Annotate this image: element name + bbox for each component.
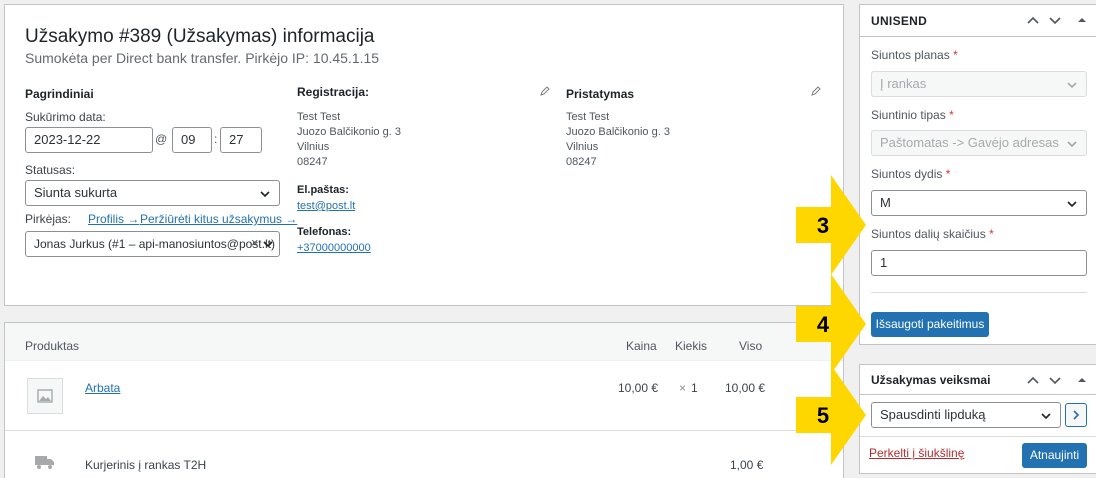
move-down-icon[interactable] bbox=[1048, 13, 1062, 27]
shipment-plan-value: Į rankas bbox=[880, 76, 927, 91]
unisend-divider bbox=[871, 292, 1087, 293]
move-down-icon[interactable] bbox=[1048, 373, 1062, 387]
order-action-select[interactable]: Spausdinti lipduką bbox=[871, 402, 1061, 428]
clear-customer-icon[interactable]: × bbox=[251, 235, 259, 250]
item-price: 10,00 € bbox=[618, 381, 659, 395]
callout-arrow-3: 3 bbox=[796, 175, 866, 275]
chevron-down-icon bbox=[1067, 201, 1077, 208]
item-qty: 1 bbox=[691, 381, 698, 395]
shipping-heading: Pristatymas bbox=[566, 87, 635, 101]
customer-select[interactable]: Jonas Jurkus (#1 – api-manosiuntos@post.… bbox=[25, 231, 280, 257]
order-status-select[interactable]: Siunta sukurta bbox=[25, 180, 280, 206]
chevron-down-icon bbox=[1067, 141, 1077, 148]
billing-name: Test Test bbox=[297, 111, 341, 123]
customer-label: Pirkėjas: bbox=[25, 212, 72, 226]
shipping-name: Test Test bbox=[566, 111, 610, 123]
truck-icon bbox=[35, 456, 54, 469]
billing-postcode: 08247 bbox=[297, 156, 328, 168]
general-heading: Pagrindiniai bbox=[25, 87, 94, 101]
parcel-type-label: Siuntinio tipas * bbox=[871, 108, 954, 122]
parcel-size-label: Siuntos dydis * bbox=[871, 167, 951, 181]
unisend-title: UNISEND bbox=[871, 14, 928, 28]
collapse-toggle-icon[interactable] bbox=[1075, 373, 1089, 387]
page-title: Užsakymo #389 (Užsakymas) informacija bbox=[25, 26, 375, 47]
billing-phone-label: Telefonas: bbox=[297, 226, 352, 238]
chevron-down-icon bbox=[1041, 413, 1051, 420]
shipping-address: Test Test Juozo Balčikonio g. 3 Vilnius … bbox=[566, 110, 670, 170]
chevron-down-icon bbox=[260, 191, 270, 198]
chevron-down-icon bbox=[263, 241, 273, 248]
shipping-street: Juozo Balčikonio g. 3 bbox=[566, 126, 670, 138]
callout-number-5: 5 bbox=[817, 403, 829, 428]
chevron-right-icon bbox=[1073, 410, 1080, 420]
move-up-icon[interactable] bbox=[1026, 13, 1040, 27]
order-action-value: Spausdinti lipduką bbox=[880, 407, 986, 422]
order-minute-input[interactable]: 27 bbox=[220, 127, 262, 153]
items-header-row bbox=[5, 323, 843, 361]
product-thumbnail bbox=[27, 378, 63, 414]
update-order-button[interactable]: Atnaujinti bbox=[1022, 443, 1087, 468]
image-placeholder-icon bbox=[37, 389, 53, 403]
chevron-down-icon bbox=[1067, 82, 1077, 89]
items-divider bbox=[5, 430, 843, 431]
shipping-total: 1,00 € bbox=[730, 458, 764, 472]
at-sign: @ bbox=[155, 132, 168, 146]
billing-heading: Registracija: bbox=[297, 85, 370, 99]
customer-select-value: Jonas Jurkus (#1 – api-manosiuntos@post.… bbox=[34, 237, 275, 251]
parcel-type-value: Paštomatas -> Gavėjo adresas bbox=[880, 135, 1059, 150]
edit-shipping-pencil-icon[interactable] bbox=[811, 86, 821, 96]
customer-other-orders-link[interactable]: Peržiūrėti kitus užsakymus → bbox=[140, 212, 297, 226]
order-status-value: Siunta sukurta bbox=[34, 185, 118, 200]
order-actions-title: Užsakymas veiksmai bbox=[871, 373, 991, 387]
edit-billing-pencil-icon[interactable] bbox=[540, 86, 550, 96]
callout-number-4: 4 bbox=[817, 312, 830, 337]
billing-city: Vilnius bbox=[297, 141, 330, 153]
parcel-size-value: M bbox=[880, 195, 891, 210]
shipment-plan-select[interactable]: Į rankas bbox=[871, 71, 1087, 97]
created-date-label: Sukūrimo data: bbox=[25, 110, 106, 124]
item-total: 10,00 € bbox=[725, 381, 766, 395]
callout-number-3: 3 bbox=[817, 213, 829, 238]
parcel-parts-label: Siuntos dalių skaičius * bbox=[871, 227, 994, 241]
billing-email-label: El.paštas: bbox=[297, 184, 349, 196]
move-up-icon[interactable] bbox=[1026, 373, 1040, 387]
customer-profile-link[interactable]: Profilis → bbox=[88, 212, 139, 226]
actions-footer bbox=[860, 436, 1096, 437]
apply-action-button[interactable] bbox=[1065, 403, 1087, 427]
order-subtitle: Sumokėta per Direct bank transfer. Pirkė… bbox=[25, 50, 380, 66]
status-label: Statusas: bbox=[25, 163, 76, 177]
col-price: Kaina bbox=[626, 339, 657, 353]
col-qty: Kiekis bbox=[675, 339, 708, 353]
shipping-city: Vilnius bbox=[566, 141, 599, 153]
shipping-method-name: Kurjerinis į rankas T2H bbox=[85, 458, 207, 472]
order-hour-input[interactable]: 09 bbox=[172, 127, 212, 153]
time-colon: : bbox=[214, 132, 218, 146]
move-to-trash-link[interactable]: Perkelti į šiukšlinę bbox=[869, 446, 964, 460]
billing-address: Test Test Juozo Balčikonio g. 3 Vilnius … bbox=[297, 110, 401, 170]
parcel-size-select[interactable]: M bbox=[871, 190, 1087, 216]
order-date-input[interactable]: 2023-12-22 bbox=[25, 127, 153, 153]
collapse-toggle-icon[interactable] bbox=[1075, 13, 1089, 27]
parcel-type-select[interactable]: Paštomatas -> Gavėjo adresas bbox=[871, 130, 1087, 156]
item-qty-mark: × bbox=[679, 381, 687, 395]
save-changes-button[interactable]: Išsaugoti pakeitimus bbox=[871, 312, 989, 337]
callout-arrow-5: 5 bbox=[796, 365, 866, 465]
shipment-plan-label: Siuntos planas * bbox=[871, 48, 958, 62]
col-product: Produktas bbox=[25, 339, 80, 353]
parcel-parts-input[interactable]: 1 bbox=[871, 250, 1087, 276]
col-total: Viso bbox=[739, 339, 763, 353]
billing-email-link[interactable]: test@post.lt bbox=[297, 200, 355, 212]
billing-phone-link[interactable]: +37000000000 bbox=[297, 242, 371, 254]
billing-street: Juozo Balčikonio g. 3 bbox=[297, 126, 401, 138]
product-link[interactable]: Arbata bbox=[85, 381, 120, 395]
shipping-postcode: 08247 bbox=[566, 156, 597, 168]
callout-arrow-4: 4 bbox=[796, 274, 866, 374]
